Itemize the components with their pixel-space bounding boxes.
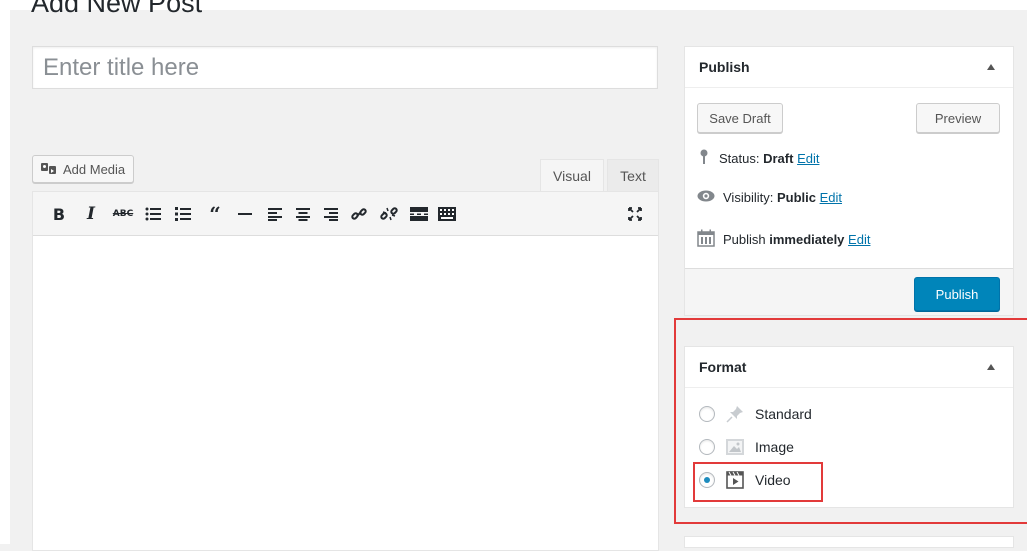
- visibility-edit-link[interactable]: Edit: [820, 190, 842, 205]
- save-draft-button[interactable]: Save Draft: [697, 103, 783, 133]
- insert-link-icon[interactable]: [349, 204, 369, 224]
- next-metabox: [684, 536, 1014, 548]
- italic-icon[interactable]: I: [81, 204, 101, 224]
- tab-text[interactable]: Text: [607, 159, 659, 191]
- toolbar-toggle-icon[interactable]: [437, 204, 457, 224]
- schedule-value: immediately: [769, 232, 845, 247]
- status-label: Status:: [719, 151, 760, 166]
- left-edge: [0, 0, 10, 544]
- page-title: Add New Post: [31, 0, 203, 18]
- insert-more-icon[interactable]: [409, 204, 429, 224]
- visibility-value: Public: [776, 190, 816, 205]
- tab-visual[interactable]: Visual: [540, 159, 604, 191]
- publish-button[interactable]: Publish: [914, 277, 1000, 311]
- bulleted-list-icon[interactable]: [143, 204, 163, 224]
- publish-actions: Publish: [685, 268, 1013, 315]
- publish-header[interactable]: Publish: [685, 47, 1013, 88]
- status-edit-link[interactable]: Edit: [797, 151, 819, 166]
- post-editor[interactable]: B I ABC “: [32, 191, 659, 551]
- align-left-icon[interactable]: [265, 204, 285, 224]
- remove-link-icon[interactable]: [379, 204, 399, 224]
- add-media-icon: [41, 162, 57, 176]
- numbered-list-icon[interactable]: [173, 204, 193, 224]
- horizontal-line-icon[interactable]: [235, 204, 255, 224]
- collapse-arrow-icon[interactable]: [987, 64, 995, 70]
- post-title-input[interactable]: [32, 46, 658, 89]
- bold-icon[interactable]: B: [49, 204, 69, 224]
- align-center-icon[interactable]: [293, 204, 313, 224]
- status-row: Status: Draft Edit: [697, 149, 819, 168]
- editor-toolbar: B I ABC “: [33, 192, 658, 236]
- blockquote-icon[interactable]: “: [205, 204, 225, 224]
- schedule-row: Publish immediately Edit: [697, 229, 870, 250]
- add-media-label: Add Media: [63, 161, 126, 177]
- preview-button[interactable]: Preview: [916, 103, 1000, 133]
- schedule-label: Publish: [723, 232, 766, 247]
- publish-header-label: Publish: [699, 59, 750, 75]
- schedule-edit-link[interactable]: Edit: [848, 232, 870, 247]
- add-media-button[interactable]: Add Media: [32, 155, 135, 183]
- distraction-free-icon[interactable]: [625, 204, 645, 224]
- highlight-video-option: [693, 462, 823, 502]
- calendar-icon: [697, 229, 715, 250]
- publish-metabox: Publish Save Draft Preview Status: Draft…: [684, 46, 1014, 316]
- align-right-icon[interactable]: [321, 204, 341, 224]
- eye-icon: [697, 190, 715, 205]
- visibility-label: Visibility:: [723, 190, 774, 205]
- status-value: Draft: [763, 151, 794, 166]
- visibility-row: Visibility: Public Edit: [697, 190, 842, 205]
- pin-icon: [697, 149, 711, 168]
- strikethrough-icon[interactable]: ABC: [113, 204, 133, 224]
